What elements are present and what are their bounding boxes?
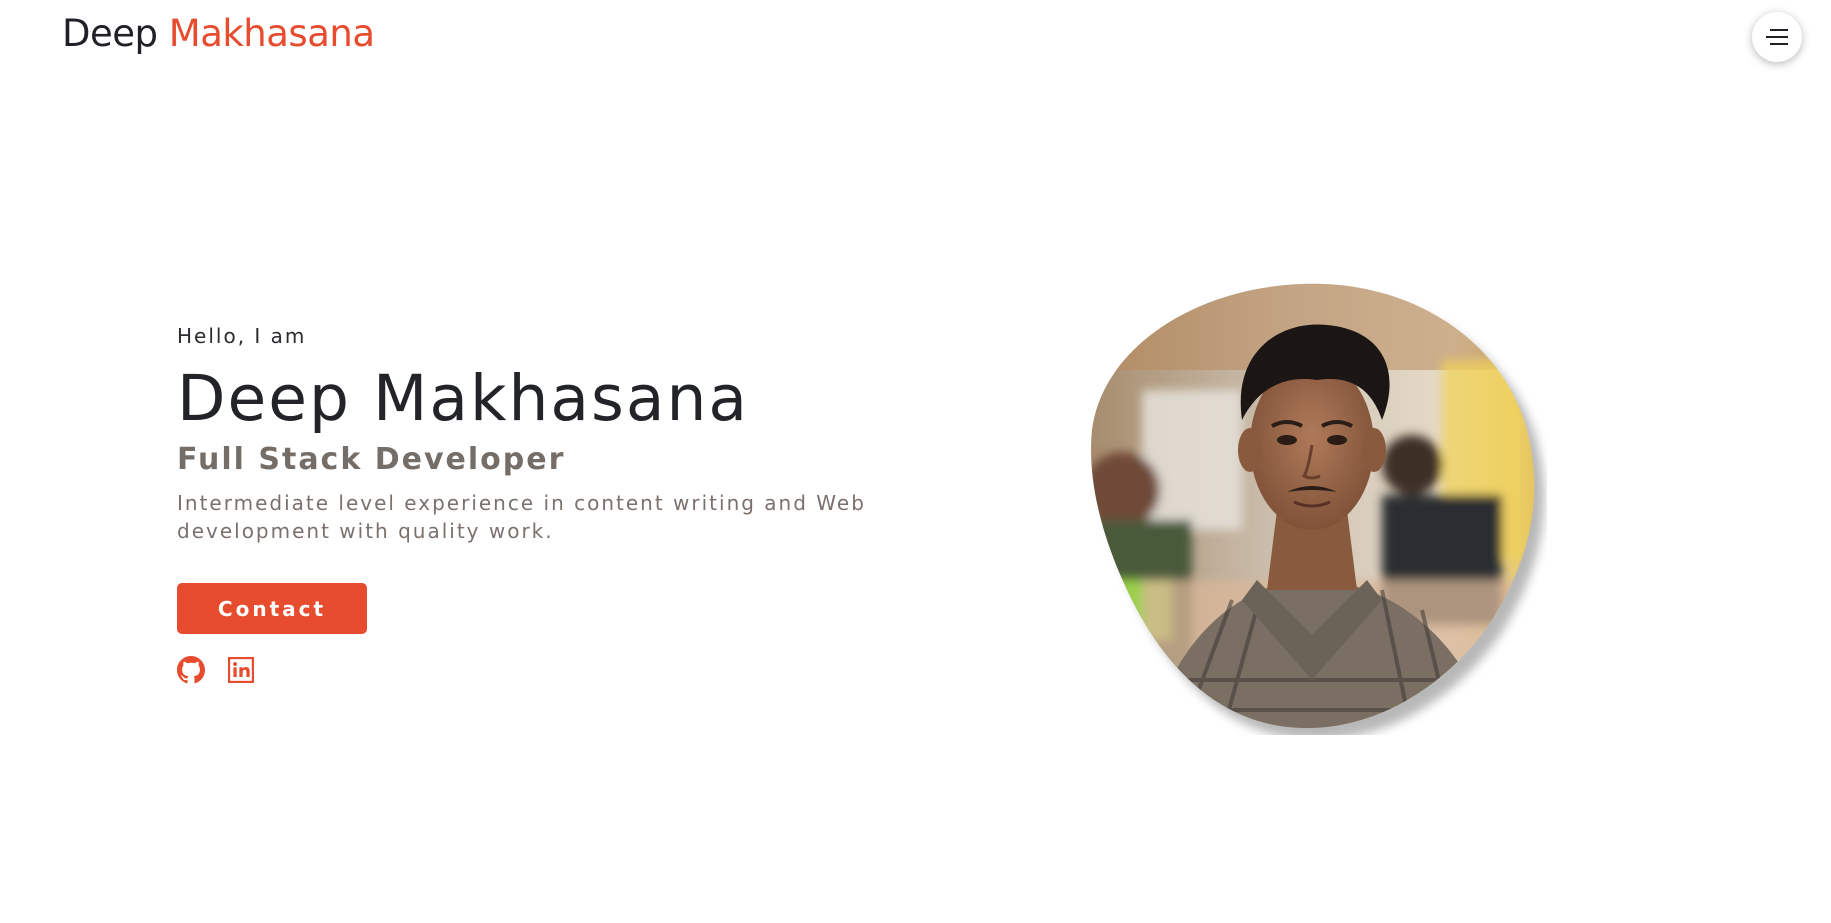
linkedin-icon	[228, 657, 254, 684]
logo-last-name: Makhasana	[168, 12, 375, 55]
social-links	[177, 656, 897, 684]
hero-role: Full Stack Developer	[177, 442, 566, 478]
profile-photo	[1082, 280, 1547, 735]
hamburger-menu-icon	[1766, 29, 1788, 45]
github-link[interactable]	[177, 656, 205, 684]
hero-greeting: Hello, I am	[177, 324, 307, 348]
logo-first-name: Deep	[62, 12, 158, 55]
linkedin-link[interactable]	[227, 656, 255, 684]
github-icon	[177, 656, 205, 684]
contact-button[interactable]: Contact	[177, 583, 367, 635]
site-logo[interactable]: Deep Makhasana	[62, 12, 375, 55]
hero-description: Intermediate level experience in content…	[177, 491, 866, 544]
hero-name: Deep Makhasana	[177, 362, 749, 435]
hero-intro: Hello, I am Deep Makhasana Full Stack De…	[177, 324, 897, 684]
menu-button[interactable]	[1752, 12, 1802, 62]
